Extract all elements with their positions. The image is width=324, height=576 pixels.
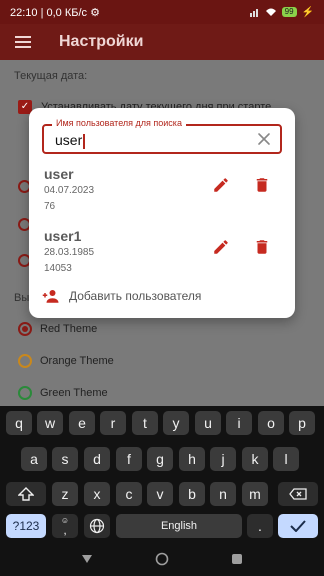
key-i[interactable]: i (226, 411, 252, 435)
clear-icon[interactable] (256, 131, 272, 147)
wifi-icon (265, 8, 276, 16)
battery-icon: 99 (281, 7, 297, 17)
key-p[interactable]: p (289, 411, 315, 435)
key-a[interactable]: a (21, 447, 47, 471)
period-key[interactable]: . (247, 514, 273, 538)
keyboard-row-1: q w e r t y u i o p (0, 411, 324, 435)
delete-icon[interactable] (253, 238, 271, 256)
home-icon[interactable] (155, 552, 169, 566)
key-v[interactable]: v (147, 482, 173, 506)
delete-icon[interactable] (253, 176, 271, 194)
key-t[interactable]: t (132, 411, 158, 435)
key-l[interactable]: l (273, 447, 299, 471)
globe-icon (89, 518, 105, 534)
backspace-key[interactable] (278, 482, 318, 506)
radio-unselected[interactable] (18, 354, 32, 368)
keyboard-row-2: a s d f g h j k l (0, 447, 324, 471)
user-list-item[interactable]: user1 28.03.1985 14053 (44, 228, 284, 278)
radio-selected[interactable] (18, 322, 32, 336)
status-time-speed: 22:10 | 0,0 КБ/с ⚙ (10, 6, 100, 19)
theme-label: Orange Theme (40, 355, 114, 367)
key-y[interactable]: y (163, 411, 189, 435)
key-w[interactable]: w (37, 411, 63, 435)
user-date: 04.07.2023 (44, 185, 95, 196)
on-screen-keyboard: q w e r t y u i o p a s d f g h j k l z … (0, 406, 324, 542)
key-h[interactable]: h (179, 447, 205, 471)
key-k[interactable]: k (242, 447, 268, 471)
user-search-dialog: Имя пользователя для поиска user user 04… (29, 108, 295, 318)
key-c[interactable]: c (116, 482, 142, 506)
comma-label: , (63, 523, 67, 537)
theme-section-label: Вы (14, 292, 30, 304)
page-title: Настройки (59, 33, 144, 50)
symbols-key[interactable]: ?123 (6, 514, 46, 538)
radio-unselected[interactable] (18, 386, 32, 400)
status-icons: 99 ⚡ (249, 6, 314, 18)
search-input[interactable]: Имя пользователя для поиска user (42, 118, 282, 154)
key-e[interactable]: e (69, 411, 95, 435)
theme-option-orange[interactable]: Orange Theme (18, 354, 114, 368)
keyboard-row-4: ?123 ☺ , English . (0, 514, 324, 538)
shift-key[interactable] (6, 482, 46, 506)
key-b[interactable]: b (179, 482, 205, 506)
edit-icon[interactable] (212, 176, 230, 194)
key-f[interactable]: f (116, 447, 142, 471)
key-g[interactable]: g (147, 447, 173, 471)
theme-label: Green Theme (40, 387, 108, 399)
recents-icon[interactable] (231, 553, 243, 565)
status-bar: 22:10 | 0,0 КБ/с ⚙ 99 ⚡ (0, 0, 324, 24)
backspace-icon (289, 488, 307, 500)
key-j[interactable]: j (210, 447, 236, 471)
key-z[interactable]: z (52, 482, 78, 506)
shift-icon (18, 487, 34, 501)
key-q[interactable]: q (6, 411, 32, 435)
search-input-value[interactable]: user (55, 132, 85, 149)
key-n[interactable]: n (210, 482, 236, 506)
theme-option-green[interactable]: Green Theme (18, 386, 108, 400)
emoji-comma-key[interactable]: ☺ , (52, 514, 78, 538)
key-r[interactable]: r (100, 411, 126, 435)
search-input-label: Имя пользователя для поиска (52, 118, 186, 128)
key-s[interactable]: s (52, 447, 78, 471)
user-list-item[interactable]: user 04.07.2023 76 (44, 166, 284, 216)
user-name: user (44, 166, 74, 182)
theme-label: Red Theme (40, 323, 98, 335)
key-o[interactable]: o (258, 411, 284, 435)
hamburger-menu-icon[interactable] (15, 36, 31, 48)
back-icon[interactable] (81, 553, 93, 565)
key-u[interactable]: u (195, 411, 221, 435)
key-x[interactable]: x (84, 482, 110, 506)
user-name: user1 (44, 228, 82, 244)
theme-option-red[interactable]: Red Theme (18, 322, 97, 336)
text-caret (83, 133, 85, 149)
system-nav-bar (0, 542, 324, 576)
user-number: 76 (44, 201, 56, 212)
key-d[interactable]: d (84, 447, 110, 471)
current-date-label: Текущая дата: (14, 70, 88, 82)
enter-key[interactable] (278, 514, 318, 538)
add-user-button[interactable]: Добавить пользователя (42, 289, 201, 303)
add-person-icon (42, 290, 59, 303)
keyboard-row-3: z x c v b n m (0, 482, 324, 506)
charging-icon: ⚡ (301, 6, 314, 18)
language-key[interactable] (84, 514, 110, 538)
space-key[interactable]: English (116, 514, 242, 538)
checkmark-icon (290, 520, 306, 532)
key-m[interactable]: m (242, 482, 268, 506)
user-number: 14053 (44, 263, 72, 274)
app-bar: Настройки (0, 24, 324, 60)
signal-icon (249, 9, 258, 17)
user-date: 28.03.1985 (44, 247, 95, 258)
add-user-label: Добавить пользователя (69, 289, 202, 303)
edit-icon[interactable] (212, 238, 230, 256)
